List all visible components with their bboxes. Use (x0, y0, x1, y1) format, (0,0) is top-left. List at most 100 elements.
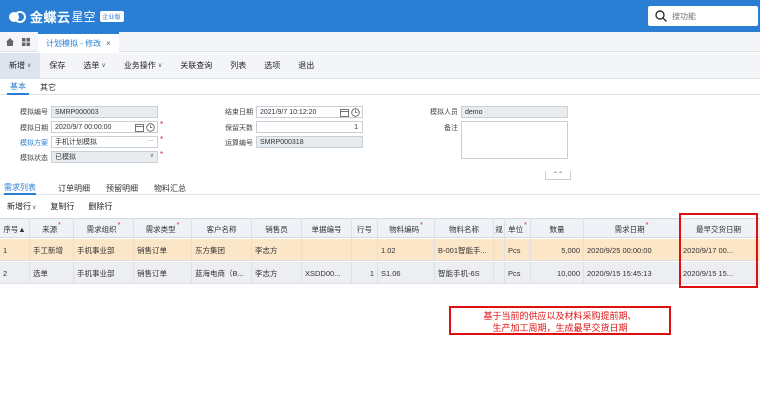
table-cell[interactable]: 手机事业部 (74, 239, 134, 261)
tab-demand-list[interactable]: 需求列表 (4, 181, 36, 195)
table-cell[interactable]: 手工新增 (30, 239, 74, 261)
calc-no-field[interactable]: SMRP000318 (256, 136, 363, 148)
close-icon[interactable]: × (106, 39, 111, 48)
column-header[interactable]: 数量 (531, 219, 584, 239)
sim-no-label: 模拟编号 (20, 109, 48, 116)
grid-header: 序号▲ 来源 * 需求组织 * 需求类型 * 客户名称 销售员 单据编号 行号 物料编码 * 物料名称规单… (0, 218, 760, 239)
delete-row-button[interactable]: 删除行 (81, 201, 119, 212)
column-header[interactable]: 来源 * (30, 219, 74, 239)
table-cell[interactable]: 1 (0, 239, 30, 261)
exit-button[interactable]: 退出 (289, 53, 323, 79)
remark-textarea[interactable] (461, 121, 568, 159)
logo-icon (8, 9, 26, 25)
tab-basic[interactable]: 基本 (7, 80, 29, 95)
table-cell[interactable]: 手机事业部 (74, 262, 134, 284)
status-select[interactable]: 已模拟 ∨ (51, 151, 158, 163)
table-cell[interactable]: 李志方 (252, 262, 302, 284)
list-label: 列表 (230, 61, 247, 70)
collapse-toggle[interactable]: ⌃⌃ (545, 171, 571, 180)
column-header[interactable]: 单位 * (505, 219, 531, 239)
user-field[interactable]: demo (461, 106, 568, 118)
column-header[interactable]: 规 (494, 219, 505, 239)
table-cell[interactable]: 2020/9/25 00:00:00 (584, 239, 680, 261)
sim-date-label: 模拟日期 (20, 125, 48, 132)
table-cell[interactable]: 2020/9/15 15:45:13 (584, 262, 680, 284)
page-tab-bar: 计划模拟 - 修改 × (0, 32, 760, 52)
calendar-icon[interactable] (340, 108, 349, 117)
ellipsis-icon[interactable]: … (148, 137, 154, 143)
note-line1: 基于当前的供应以及材料采购提前期、 (483, 311, 637, 321)
new-button[interactable]: 新增 ∨ (0, 52, 41, 79)
sim-no-field[interactable]: SMRP000003 (51, 106, 158, 118)
column-header[interactable]: 单据编号 (302, 219, 352, 239)
options-button[interactable]: 选项 (255, 53, 289, 79)
annotation-note: 基于当前的供应以及材料采购提前期、 生产加工周期，生成最早交货日期 (449, 306, 671, 335)
column-header[interactable]: 需求日期 * (584, 219, 680, 239)
table-cell[interactable]: 蓝海电商（B... (192, 262, 252, 284)
tab-plan-simulation[interactable]: 计划模拟 - 修改 × (38, 32, 119, 52)
table-cell[interactable]: 5,000 (531, 239, 584, 261)
table-cell[interactable]: Pcs (505, 239, 531, 261)
scheme-field[interactable]: 手机计划模拟 … (51, 136, 158, 148)
column-header[interactable]: 需求组织 * (74, 219, 134, 239)
table-cell[interactable]: XSDD00... (302, 262, 352, 284)
clock-icon[interactable] (146, 123, 155, 132)
table-cell[interactable]: 选单 (30, 262, 74, 284)
tab-reserve-detail[interactable]: 预留明细 (106, 181, 138, 195)
table-cell[interactable] (494, 262, 505, 284)
column-header-label: 数量 (549, 224, 565, 234)
end-date-label: 结束日期 (225, 109, 253, 116)
scheme-label[interactable]: 模拟方案 (2, 138, 48, 148)
search-box[interactable] (648, 6, 758, 26)
table-cell[interactable]: S1.06 (378, 262, 435, 284)
table-cell[interactable]: Pcs (505, 262, 531, 284)
tab-material-summary[interactable]: 物料汇总 (154, 181, 186, 195)
related-query-button[interactable]: 关联查询 (171, 53, 221, 79)
sim-date-field[interactable]: 2020/9/7 00:00:00 (51, 121, 158, 133)
required-mark: * (160, 135, 164, 144)
business-ops-label: 业务操作 (123, 61, 156, 70)
logo: 金蝶云 星空 企业版 (8, 7, 124, 26)
home-icon[interactable] (5, 37, 15, 47)
table-cell[interactable] (352, 239, 378, 261)
column-header[interactable]: 序号▲ (0, 219, 30, 239)
business-ops-button[interactable]: 业务操作 ∨ (115, 53, 171, 79)
column-header-label: 需求组织 (86, 224, 117, 234)
column-header[interactable]: 物料编码 * (378, 219, 435, 239)
table-cell[interactable]: 东方集团 (192, 239, 252, 261)
table-cell[interactable]: 1 (352, 262, 378, 284)
column-header[interactable]: 物料名称 (435, 219, 494, 239)
list-button[interactable]: 列表 (221, 53, 255, 79)
add-row-button[interactable]: 新增行∨ (0, 201, 43, 212)
calendar-icon[interactable] (135, 123, 144, 132)
column-header[interactable]: 需求类型 * (134, 219, 192, 239)
table-cell[interactable]: 李志方 (252, 239, 302, 261)
table-cell[interactable]: 智能手机-6S (435, 262, 494, 284)
keep-days-field[interactable]: 1 (256, 121, 363, 133)
column-header[interactable]: 销售员 (252, 219, 302, 239)
column-header[interactable]: 行号 (352, 219, 378, 239)
end-date-field[interactable]: 2021/9/7 10:12:20 (256, 106, 363, 118)
table-cell[interactable]: B-001智能手... (435, 239, 494, 261)
table-cell[interactable]: 销售订单 (134, 262, 192, 284)
clock-icon[interactable] (351, 108, 360, 117)
tab-other[interactable]: 其它 (40, 80, 56, 95)
table-row[interactable]: 1 手工新增 手机事业部 销售订单 东方集团 李志方 1.02 B-001智能手... Pcs 5… (0, 239, 760, 261)
table-cell[interactable] (302, 239, 352, 261)
grid-icon[interactable] (21, 37, 31, 47)
new-label: 新增 (9, 61, 25, 70)
column-header[interactable]: 客户名称 (192, 219, 252, 239)
copy-row-button[interactable]: 复制行 (43, 201, 81, 212)
table-row[interactable]: 2 选单 手机事业部 销售订单 蓝海电商（B... 李志方 XSDD00... 1 S1.06 智… (0, 262, 760, 284)
tab-order-detail[interactable]: 订单明细 (58, 181, 90, 195)
status-label: 模拟状态 (20, 155, 48, 162)
remark-label: 备注 (444, 125, 458, 132)
table-cell[interactable]: 2 (0, 262, 30, 284)
save-button[interactable]: 保存 (40, 53, 74, 79)
table-cell[interactable]: 10,000 (531, 262, 584, 284)
select-button[interactable]: 选单 ∨ (74, 53, 114, 79)
table-cell[interactable]: 1.02 (378, 239, 435, 261)
table-cell[interactable]: 销售订单 (134, 239, 192, 261)
search-input[interactable] (672, 11, 752, 21)
table-cell[interactable] (494, 239, 505, 261)
